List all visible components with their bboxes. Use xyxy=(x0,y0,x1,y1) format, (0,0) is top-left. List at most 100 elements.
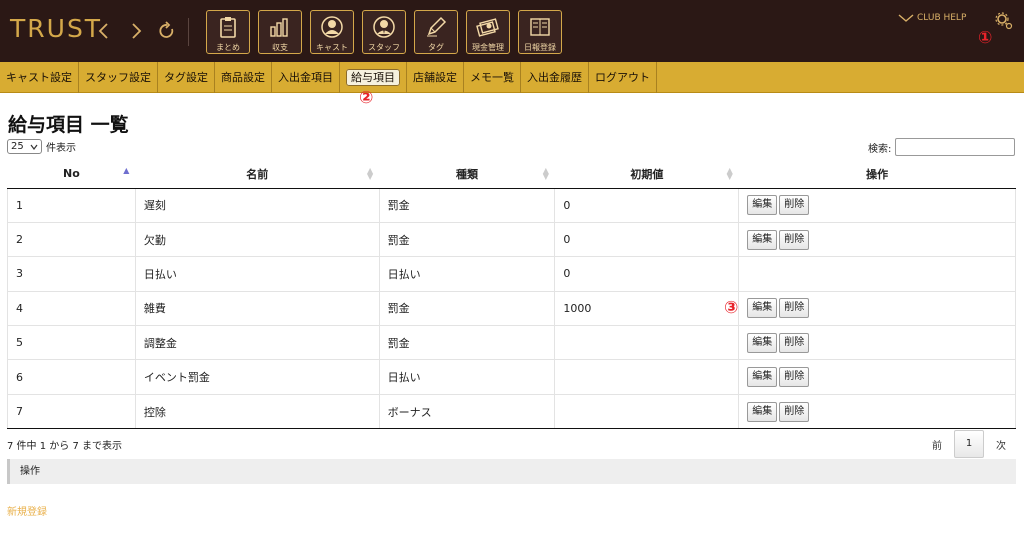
cell-initial: 0 xyxy=(554,188,740,223)
menu-cast-settings[interactable]: キャスト設定 xyxy=(0,62,79,93)
reload-icon[interactable] xyxy=(158,16,176,46)
page-length-control: 25 件表示 xyxy=(7,139,76,154)
tile-label: 日報登録 xyxy=(524,43,556,52)
page-title: 給与項目 一覧 xyxy=(8,114,129,136)
edit-button[interactable]: 編集 xyxy=(747,332,778,353)
edit-button[interactable]: 編集 xyxy=(747,401,778,422)
table-row: 5 調整金 罰金 編集 削除 xyxy=(7,325,1016,361)
column-header-actions: 操作 xyxy=(738,160,1016,189)
tile-cast[interactable]: キャスト xyxy=(310,10,354,54)
delete-button[interactable]: 削除 xyxy=(779,367,810,388)
pagination-page-1[interactable]: 1 xyxy=(954,430,984,458)
search-label: 検索: xyxy=(868,143,892,155)
salary-items-table: No ▲ 名前 ▲ ▼ 種類 ▲ ▼ 初期値 ▲ ▼ 操作 1 遅刻 罰金 0 編集 削除 2 … xyxy=(7,160,1016,430)
table-row: 3 日払い 日払い 0 xyxy=(7,256,1016,292)
cell-no: 1 xyxy=(7,188,136,223)
menu-product-settings[interactable]: 商品設定 xyxy=(215,62,272,93)
cell-type: ボーナス xyxy=(378,393,556,430)
menu-cash-items[interactable]: 入出金項目 xyxy=(272,62,340,93)
cast-person-icon xyxy=(319,14,345,39)
cell-no: 3 xyxy=(7,256,136,292)
delete-button[interactable]: 削除 xyxy=(779,195,810,216)
cell-name: 遅刻 xyxy=(134,188,380,223)
new-register-link[interactable]: 新規登録 xyxy=(7,503,47,518)
delete-button[interactable]: 削除 xyxy=(779,401,810,422)
menu-memo-list[interactable]: メモ一覧 xyxy=(464,62,521,93)
annotation-marker-3: ③ xyxy=(724,298,739,318)
table-row: 7 控除 ボーナス 編集 削除 xyxy=(7,393,1016,430)
annotation-marker-2: ② xyxy=(359,88,374,108)
cell-no: 4 xyxy=(7,290,136,327)
cell-name: 雑費 xyxy=(134,290,380,327)
menu-store-settings[interactable]: 店舗設定 xyxy=(407,62,464,93)
tile-label: キャスト xyxy=(316,43,348,52)
cell-type: 日払い xyxy=(378,359,556,395)
sort-icon: ▲ ▼ xyxy=(542,166,549,181)
column-header-type[interactable]: 種類 ▲ ▼ xyxy=(379,160,555,189)
cash-icon xyxy=(475,14,501,39)
menu-salary-items[interactable]: 給与項目 xyxy=(340,62,407,93)
table-row: 4 雑費 罰金 1000 編集 削除 xyxy=(7,290,1016,327)
tile-balance[interactable]: 収支 xyxy=(258,10,302,54)
trust-logo[interactable]: TRUST xyxy=(10,14,102,43)
pencil-icon xyxy=(423,14,449,39)
chevron-down-icon xyxy=(30,144,38,150)
column-header-no[interactable]: No ▲ xyxy=(7,160,136,189)
column-header-initial[interactable]: 初期値 ▲ ▼ xyxy=(554,160,739,189)
table-row: 6 イベント罰金 日払い 編集 削除 xyxy=(7,359,1016,395)
edit-button[interactable]: 編集 xyxy=(747,367,778,388)
pagination-prev[interactable]: 前 xyxy=(924,437,950,452)
sort-asc-icon: ▲ xyxy=(123,166,130,175)
menu-tag-settings[interactable]: タグ設定 xyxy=(158,62,215,93)
annotation-marker-1: ① xyxy=(978,28,993,48)
gear-icon[interactable] xyxy=(994,11,1014,35)
shortcut-tiles: まとめ 収支 キャスト スタッフ タグ 現金管理 日報登録 xyxy=(206,10,562,54)
menu-staff-settings[interactable]: スタッフ設定 xyxy=(79,62,158,93)
cell-type: 罰金 xyxy=(378,325,556,361)
cell-initial xyxy=(554,393,740,430)
edit-button[interactable]: 編集 xyxy=(747,229,778,250)
search-control: 検索: xyxy=(868,138,1016,156)
cell-type: 罰金 xyxy=(378,221,556,258)
delete-button[interactable]: 削除 xyxy=(779,229,810,250)
cell-name: 日払い xyxy=(134,256,380,292)
forward-arrow-icon[interactable] xyxy=(129,16,143,46)
search-input[interactable] xyxy=(895,138,1016,156)
tile-staff[interactable]: スタッフ xyxy=(362,10,406,54)
menu-cash-history[interactable]: 入出金履歴 xyxy=(521,62,589,93)
tile-daily-report[interactable]: 日報登録 xyxy=(518,10,562,54)
back-arrow-icon[interactable] xyxy=(97,16,111,46)
cell-actions: 編集 削除 xyxy=(738,221,1016,258)
cell-actions: 編集 削除 xyxy=(738,359,1016,395)
page-length-select[interactable]: 25 xyxy=(7,139,42,154)
cell-type: 罰金 xyxy=(378,290,556,327)
cell-actions: 編集 削除 xyxy=(738,290,1016,327)
cell-initial xyxy=(554,325,740,361)
cell-actions xyxy=(738,256,1016,292)
column-header-name[interactable]: 名前 ▲ ▼ xyxy=(135,160,380,189)
page-length-value: 25 xyxy=(11,141,24,152)
cell-actions: 編集 削除 xyxy=(738,393,1016,430)
page-length-label: 件表示 xyxy=(46,143,76,154)
pagination-next[interactable]: 次 xyxy=(988,437,1014,452)
tile-cash[interactable]: 現金管理 xyxy=(466,10,510,54)
sort-icon: ▲ ▼ xyxy=(726,166,733,181)
edit-button[interactable]: 編集 xyxy=(747,195,778,216)
cell-actions: 編集 削除 xyxy=(738,325,1016,361)
tile-tag[interactable]: タグ xyxy=(414,10,458,54)
edit-button[interactable]: 編集 xyxy=(747,298,778,319)
delete-button[interactable]: 削除 xyxy=(779,332,810,353)
club-help-link[interactable]: CLUB HELP xyxy=(898,13,966,23)
operations-bar: 操作 xyxy=(7,459,1016,484)
cell-initial: 1000 xyxy=(554,290,740,327)
menu-logout[interactable]: ログアウト xyxy=(589,62,657,93)
tile-label: スタッフ xyxy=(368,43,400,52)
cell-name: 控除 xyxy=(134,393,380,430)
book-icon xyxy=(527,14,553,39)
delete-button[interactable]: 削除 xyxy=(779,298,810,319)
cell-actions: 編集 削除 xyxy=(738,188,1016,223)
cell-initial: 0 xyxy=(554,221,740,258)
bar-chart-icon xyxy=(267,14,293,39)
tile-summary[interactable]: まとめ xyxy=(206,10,250,54)
staff-person-icon xyxy=(371,14,397,39)
